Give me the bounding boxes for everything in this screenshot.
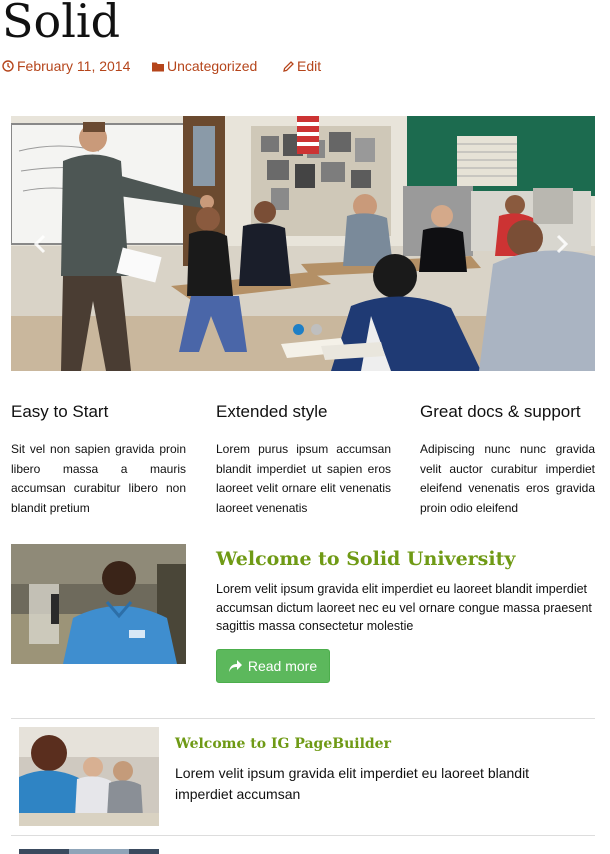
read-more-button[interactable]: Read more <box>216 649 330 683</box>
post-date: February 11, 2014 <box>17 58 131 74</box>
welcome-text: Lorem velit ipsum gravida elit imperdiet… <box>216 582 592 633</box>
read-more-label: Read more <box>247 658 318 674</box>
chevron-right-icon <box>556 234 569 254</box>
divider <box>11 718 595 719</box>
feature-extended-style: Extended style Lorem purus ipsum accumsa… <box>216 402 391 518</box>
feature-text: Lorem purus ipsum accumsan blandit imper… <box>216 442 391 515</box>
welcome-title: Welcome to Solid University <box>216 548 516 570</box>
pencil-icon <box>283 61 294 72</box>
post-category: Uncategorized <box>167 58 258 74</box>
post-category-link[interactable]: Uncategorized <box>152 58 257 74</box>
edit-label: Edit <box>297 58 322 74</box>
ig-students-photo <box>19 727 159 826</box>
classroom-photo <box>11 116 595 371</box>
slider-dot-1-active[interactable] <box>293 324 304 335</box>
feature-great-docs: Great docs & support Adipiscing nunc nun… <box>420 402 595 518</box>
post-title: Solid <box>2 0 121 48</box>
feature-title: Extended style <box>216 402 328 421</box>
slider-prev-button[interactable] <box>33 234 47 254</box>
welcome-student-photo <box>11 544 186 664</box>
feature-text: Sit vel non sapien gravida proin libero … <box>11 442 186 515</box>
folder-icon <box>152 62 164 72</box>
ig-title: Welcome to IG PageBuilder <box>175 736 391 752</box>
clock-icon <box>2 60 14 72</box>
image-slider[interactable] <box>11 116 595 371</box>
edit-link[interactable]: Edit <box>283 58 321 74</box>
feature-text: Adipiscing nunc nunc gravida velit aucto… <box>420 442 595 515</box>
chevron-left-icon <box>33 234 46 254</box>
share-arrow-icon <box>228 660 242 672</box>
next-post-photo <box>19 845 159 854</box>
divider <box>11 835 595 836</box>
post-date-link[interactable]: February 11, 2014 <box>2 58 130 74</box>
ig-text: Lorem velit ipsum gravida elit imperdiet… <box>175 765 530 802</box>
feature-title: Easy to Start <box>11 402 109 421</box>
slider-next-button[interactable] <box>555 234 569 254</box>
feature-title: Great docs & support <box>420 402 581 421</box>
feature-easy-to-start: Easy to Start Sit vel non sapien gravida… <box>11 402 186 518</box>
slider-dot-2[interactable] <box>311 324 322 335</box>
